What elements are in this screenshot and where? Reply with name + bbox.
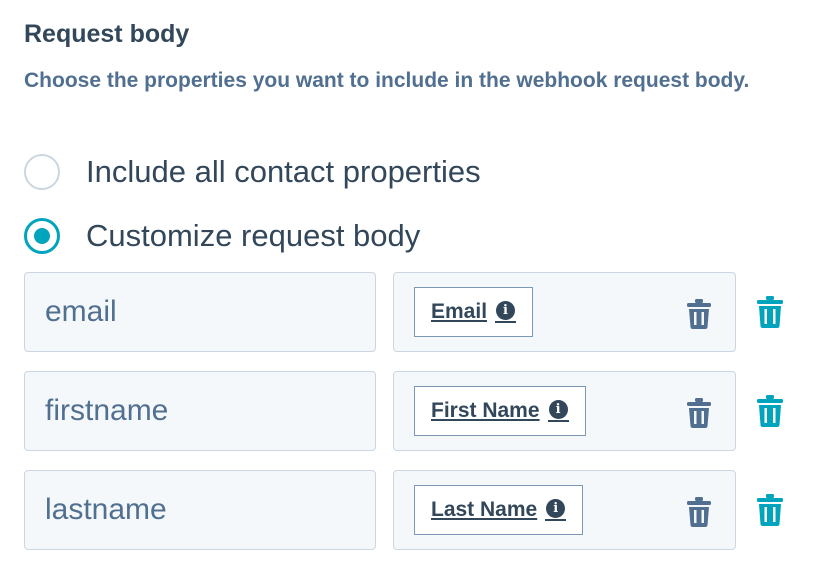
token-label: Email	[431, 300, 488, 323]
trash-icon[interactable]	[685, 299, 713, 329]
delete-row-trash-icon[interactable]	[756, 296, 784, 328]
token-label: First Name	[431, 399, 540, 422]
radio-selected-dot	[34, 228, 50, 244]
customize-label: Customize request body	[86, 218, 421, 253]
property-value-input[interactable]: First Name i	[393, 371, 736, 451]
property-row: email Email i	[0, 272, 834, 352]
section-title: Request body	[24, 20, 190, 48]
trash-icon[interactable]	[685, 398, 713, 428]
property-key-input[interactable]: firstname	[24, 371, 376, 451]
property-row: firstname First Name i	[0, 371, 834, 451]
trash-icon[interactable]	[685, 497, 713, 527]
include-all-radio[interactable]	[24, 154, 60, 190]
section-description: Choose the properties you want to includ…	[24, 69, 750, 92]
include-all-label: Include all contact properties	[86, 154, 481, 189]
customize-option[interactable]: Customize request body	[24, 214, 420, 258]
property-key-input[interactable]: email	[24, 272, 376, 352]
property-token[interactable]: Email i	[414, 287, 534, 337]
property-token[interactable]: First Name i	[414, 386, 586, 436]
include-all-option[interactable]: Include all contact properties	[24, 150, 481, 194]
delete-row-trash-icon[interactable]	[756, 494, 784, 526]
property-token[interactable]: Last Name i	[414, 485, 584, 535]
request-body-section: Request body Choose the properties you w…	[0, 0, 834, 582]
property-row: lastname Last Name i	[0, 470, 834, 550]
info-icon: i	[496, 301, 516, 320]
property-value-input[interactable]: Email i	[393, 272, 736, 352]
property-value-input[interactable]: Last Name i	[393, 470, 736, 550]
token-label: Last Name	[431, 498, 538, 521]
property-key-input[interactable]: lastname	[24, 470, 376, 550]
info-icon: i	[548, 400, 568, 419]
customize-radio[interactable]	[24, 218, 60, 254]
info-icon: i	[546, 499, 566, 518]
delete-row-trash-icon[interactable]	[756, 395, 784, 427]
